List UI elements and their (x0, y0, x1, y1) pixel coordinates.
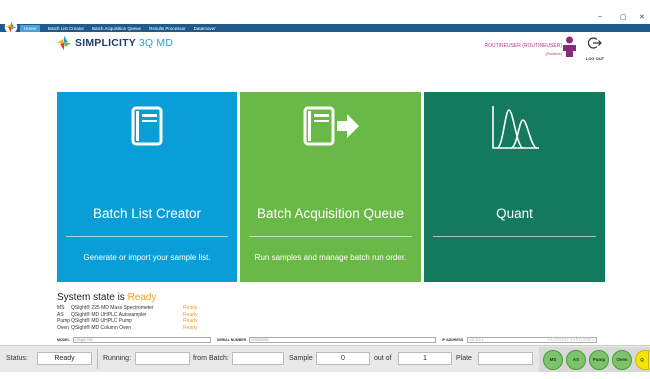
serial-number-label: SERIAL NUMBER (217, 338, 247, 342)
sample-field: 0 (316, 352, 370, 365)
user-role: (Routine) (545, 51, 562, 56)
pump-indicator[interactable]: Pump (589, 350, 609, 370)
minimize-button[interactable]: – (598, 13, 602, 20)
system-state-panel: System state is Ready MS QSight® 225 MD M… (57, 292, 197, 331)
tile-divider (433, 236, 596, 237)
ip-address-label: IP ADDRESS (442, 338, 464, 342)
ms-indicator[interactable]: MS (543, 350, 563, 370)
oven-indicator[interactable]: Oven (612, 350, 632, 370)
tile-title: Quant (496, 206, 533, 221)
activate-windows-watermark: Activate Windows (547, 337, 595, 343)
tile-quant[interactable]: Quant (424, 92, 605, 282)
tile-title: Batch Acquisition Queue (256, 206, 405, 221)
status-label: Status: (6, 355, 28, 362)
user-avatar-icon (563, 36, 576, 57)
model-field[interactable]: QSight 225 (73, 337, 211, 343)
menu-results-processor[interactable]: Results Processor (149, 26, 186, 31)
table-row: Oven QSight® MD Column Oven Ready (57, 324, 198, 331)
brand-name: SIMPLICITY 3Q MD (75, 37, 174, 49)
menu-datamover[interactable]: Datamover (194, 26, 216, 31)
brand: SIMPLICITY 3Q MD (56, 35, 173, 51)
user-name: ROUTINEUSER (ROUTINEUSER) (484, 43, 562, 49)
from-batch-field (232, 352, 284, 365)
out-of-label: out of (374, 355, 392, 362)
menu-home[interactable]: Home (20, 24, 41, 32)
as-indicator[interactable]: AS (566, 350, 586, 370)
status-bar: Status: Ready Running: from Batch: Sampl… (0, 345, 650, 372)
status-divider (97, 349, 98, 369)
logout-label: LOG OUT (585, 56, 605, 61)
menu-batch-list-creator[interactable]: Batch List Creator (48, 26, 84, 31)
simplicity-logo-icon (4, 20, 18, 34)
instrument-info-fields: MODEL QSight 225 SERIAL NUMBER 000000000… (57, 337, 607, 345)
tile-batch-acquisition-queue[interactable]: Batch Acquisition Queue Run samples and … (240, 92, 421, 282)
user-info: ROUTINEUSER (ROUTINEUSER) (Routine) (484, 43, 562, 57)
from-batch-label: from Batch: (193, 355, 229, 362)
tile-title: Batch List Creator (92, 206, 202, 221)
status-field: Ready (37, 352, 92, 365)
menu-batch-acquisition-queue[interactable]: Batch Acquisition Queue (92, 26, 141, 31)
tile-subtitle: Generate or import your sample list. (83, 253, 211, 262)
model-label: MODEL (57, 338, 70, 342)
quant-indicator[interactable]: Q (635, 350, 649, 370)
system-component-table: MS QSight® 225 MD Mass Spectrometer Ready … (57, 305, 197, 331)
menu-bar: Home Batch List Creator Batch Acquisitio… (0, 20, 650, 34)
tile-subtitle: Run samples and manage batch run order. (254, 253, 407, 262)
close-button[interactable]: ✕ (639, 13, 645, 21)
system-state-heading: System state is Ready (57, 292, 157, 303)
out-of-field: 1 (398, 352, 452, 365)
document-icon (131, 106, 163, 146)
running-field (135, 352, 190, 365)
simplicity-brand-icon (56, 35, 72, 51)
title-bar: – ▢ ✕ (0, 0, 650, 24)
running-label: Running: (103, 355, 132, 362)
tile-batch-list-creator[interactable]: Batch List Creator Generate or import yo… (57, 92, 237, 282)
plate-field (478, 352, 533, 365)
document-arrow-icon (303, 106, 359, 146)
sample-label: Sample (289, 355, 313, 362)
logout-icon (587, 37, 602, 49)
tile-divider (66, 236, 228, 237)
plate-label: Plate (456, 355, 472, 362)
tile-divider (249, 236, 412, 237)
serial-number-field[interactable]: 000000000 (249, 337, 436, 343)
peaks-chart-icon (491, 106, 539, 149)
logout-button[interactable]: LOG OUT (583, 36, 607, 61)
maximize-button[interactable]: ▢ (620, 13, 627, 21)
